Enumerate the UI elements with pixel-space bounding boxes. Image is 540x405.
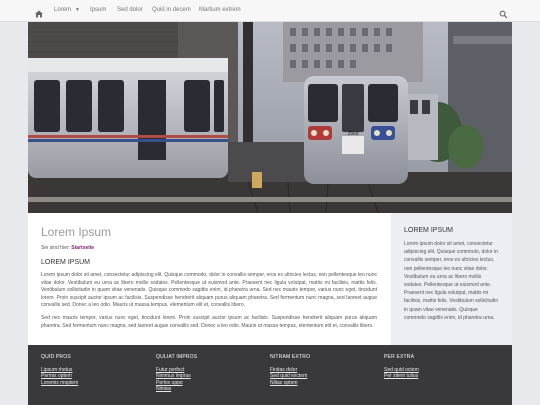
nav-item-quid-in-decem[interactable]: Quid in decem: [152, 7, 191, 13]
breadcrumb-link-home[interactable]: Startseite: [71, 245, 94, 251]
home-icon[interactable]: [34, 6, 44, 18]
footer-link[interactable]: Nimias: [156, 386, 197, 392]
footer: QUID PROS Lipsum rhetus Permix optem Lor…: [28, 345, 512, 405]
footer-column-quid-pros: QUID PROS Lipsum rhetus Permix optem Lor…: [41, 354, 78, 386]
breadcrumb-prefix: Sie sind hier:: [41, 245, 70, 251]
nav-item-sed-dolor[interactable]: Sed dolor: [117, 7, 143, 13]
paragraph-1: Lorem ipsum dolor sit amet, consectetur …: [41, 272, 377, 309]
footer-link[interactable]: Loremix moptem: [41, 380, 78, 386]
breadcrumb: Sie sind hier: Startseite: [41, 245, 377, 252]
footer-column-title: PER EXTRA: [384, 354, 415, 360]
train-number-label: 2569: [347, 131, 358, 137]
content-column: Lorem Ipsum Sie sind hier: Startseite LO…: [41, 225, 377, 330]
footer-column-title: NITRAM EXTRO: [270, 354, 311, 360]
top-navigation: Lorem ▼ Ipsum Sed dolor Quid in decem Mar…: [0, 0, 540, 22]
footer-column-title: QUID PROS: [41, 354, 71, 360]
footer-column-quliat-impros: QULIAT IMPROS Futur perfect Nimmus impra…: [156, 354, 197, 393]
page-title: Lorem Ipsum: [41, 225, 112, 239]
footer-link[interactable]: Nilias optem: [270, 380, 310, 386]
nav-item-lorem[interactable]: Lorem ▼: [54, 7, 80, 13]
footer-column-nitram-extro: NITRAM EXTRO Finitas dolor Sed quid exct…: [270, 354, 310, 386]
nav-item-martium-extrem[interactable]: Martium extrem: [199, 7, 241, 13]
sidebar: LOREM IPSUM Lorem ipsum dolor sit amet, …: [391, 213, 512, 345]
sidebar-title: LOREM IPSUM: [404, 227, 454, 234]
footer-column-title: QULIAT IMPROS: [156, 354, 198, 360]
footer-link[interactable]: Per sitem tulios: [384, 373, 419, 379]
main-content: Lorem Ipsum Sie sind hier: Startseite LO…: [28, 213, 512, 345]
sidebar-text: Lorem ipsum dolor sit amet, consectetur …: [404, 241, 499, 321]
footer-link[interactable]: Sed quid exctem: [270, 373, 310, 379]
search-icon[interactable]: [499, 6, 508, 19]
nav-item-ipsum[interactable]: Ipsum: [90, 7, 106, 13]
hero-image: 2569: [28, 22, 512, 213]
section-title: LOREM IPSUM: [41, 259, 91, 266]
paragraph-2: Sed nec mauris tempor, varius nunc eget,…: [41, 314, 377, 329]
chevron-down-icon: ▼: [75, 7, 80, 13]
footer-column-per-extra: PER EXTRA Sed quid octem Per sitem tulio…: [384, 354, 419, 380]
